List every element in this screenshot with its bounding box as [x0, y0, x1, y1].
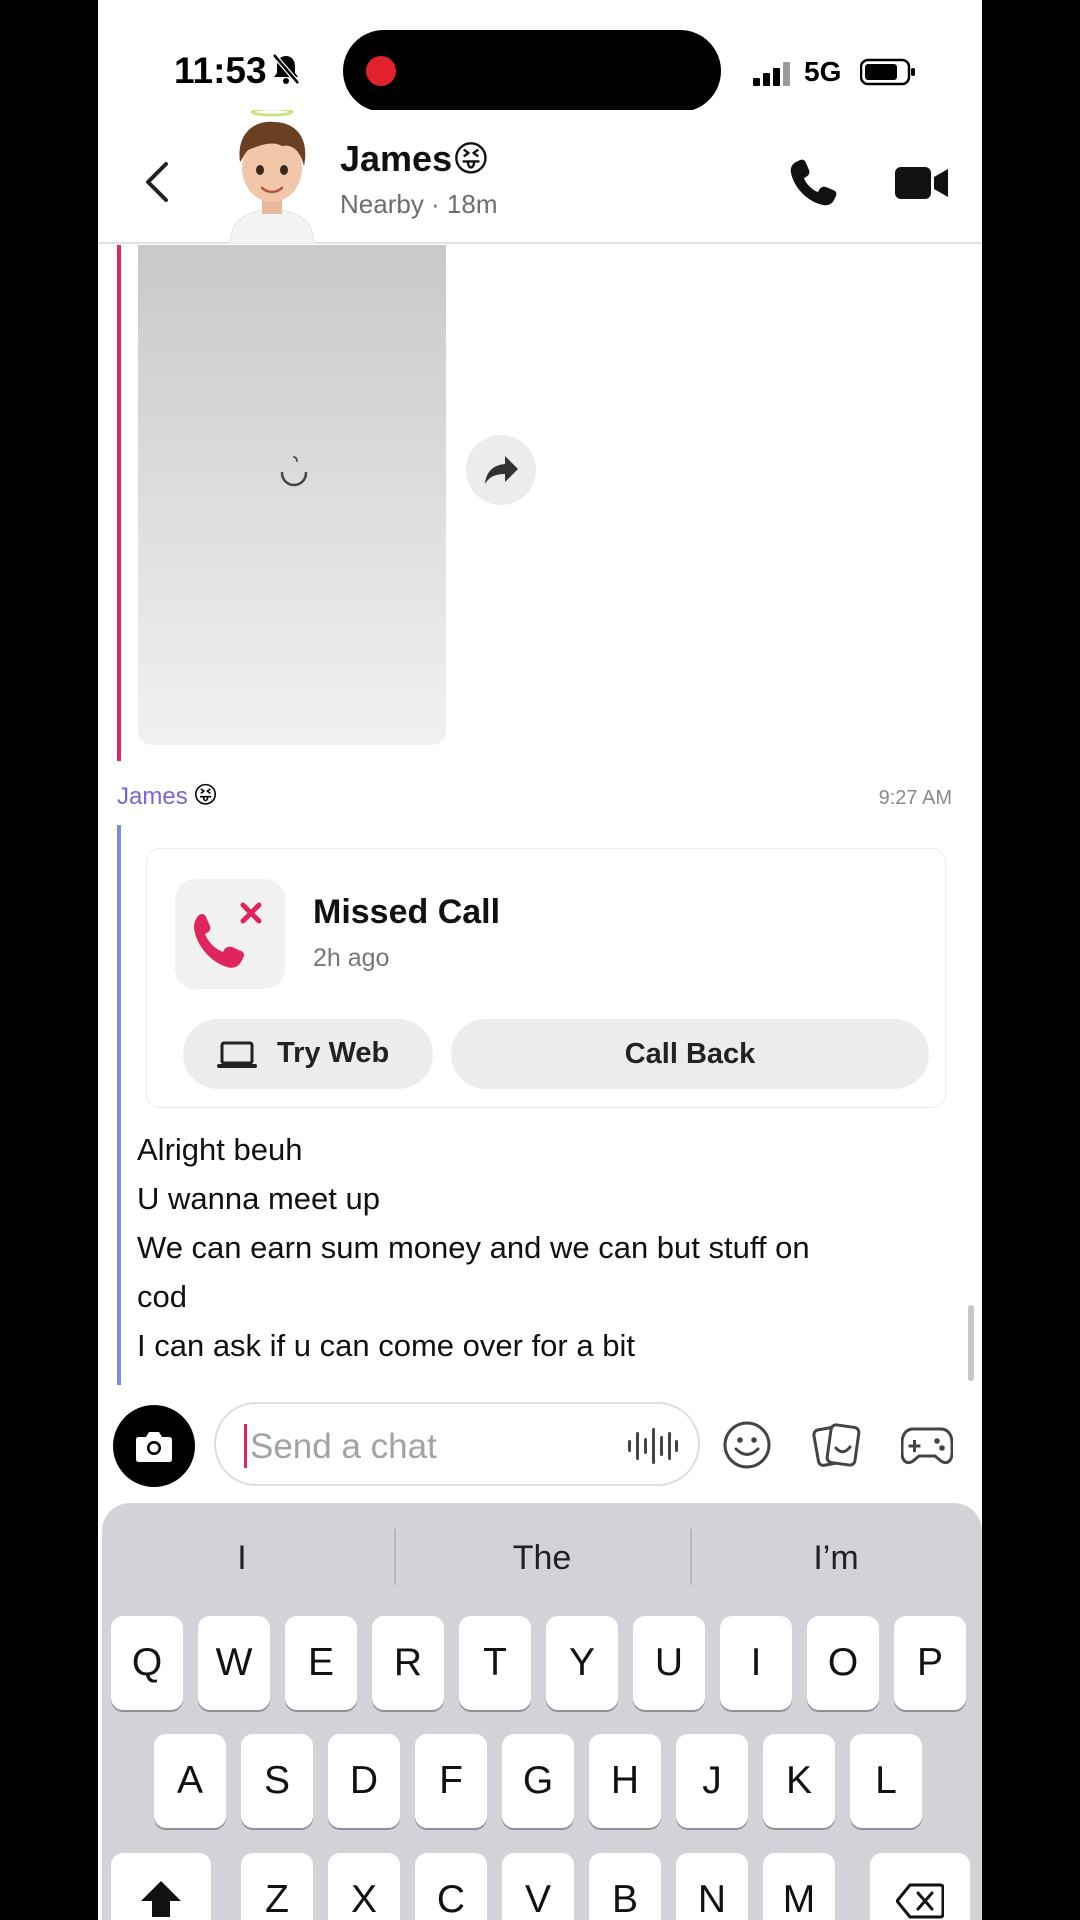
key-x[interactable]: X	[328, 1853, 400, 1920]
key-q[interactable]: Q	[111, 1616, 183, 1710]
camera-icon	[136, 1432, 172, 1462]
text-cursor	[244, 1424, 247, 1468]
key-t[interactable]: T	[459, 1616, 531, 1710]
dynamic-island	[343, 30, 721, 112]
suggestion-3[interactable]: I’m	[696, 1533, 976, 1583]
missed-call-icon-tile	[175, 879, 285, 989]
call-back-button[interactable]: Call Back	[451, 1019, 929, 1089]
key-b[interactable]: B	[589, 1853, 661, 1920]
key-o[interactable]: O	[807, 1616, 879, 1710]
delete-key[interactable]	[870, 1853, 970, 1920]
message-timestamp: 9:27 AM	[878, 787, 952, 809]
forward-button[interactable]	[466, 435, 536, 505]
key-d[interactable]: D	[328, 1734, 400, 1828]
suggestion-2[interactable]: The	[402, 1533, 682, 1583]
silent-bell-icon	[272, 53, 300, 85]
snap-thread-bar	[117, 245, 121, 761]
key-c[interactable]: C	[415, 1853, 487, 1920]
shift-arrow-icon	[141, 1881, 181, 1917]
key-f[interactable]: F	[415, 1734, 487, 1828]
chat-message[interactable]: We can earn sum money and we can but stu…	[137, 1223, 957, 1272]
phone-screen: 11:53 5G James😝 Nearby · 18m James 😝 9:2…	[98, 0, 982, 1920]
missed-call-card: Missed Call 2h ago Try Web Call Back	[146, 848, 946, 1108]
suggestion-1[interactable]: I	[102, 1533, 382, 1583]
key-w[interactable]: W	[198, 1616, 270, 1710]
key-l[interactable]: L	[850, 1734, 922, 1828]
back-chevron-icon[interactable]	[138, 160, 178, 204]
sender-name: James	[117, 783, 188, 810]
loading-spinner-icon	[280, 456, 308, 487]
key-i[interactable]: I	[720, 1616, 792, 1710]
key-p[interactable]: P	[894, 1616, 966, 1710]
suggestion-divider	[394, 1529, 396, 1585]
key-n[interactable]: N	[676, 1853, 748, 1920]
camera-button[interactable]	[113, 1405, 195, 1487]
key-m[interactable]: M	[763, 1853, 835, 1920]
chat-input-placeholder: Send a chat	[250, 1427, 437, 1466]
key-g[interactable]: G	[502, 1734, 574, 1828]
key-v[interactable]: V	[502, 1853, 574, 1920]
battery-icon	[860, 58, 915, 86]
key-k[interactable]: K	[763, 1734, 835, 1828]
emoji-smile-icon[interactable]	[722, 1420, 772, 1470]
chat-header: James😝 Nearby · 18m	[98, 110, 982, 244]
chat-message[interactable]: Alright beuh	[137, 1125, 957, 1174]
sender-emoji: 😝	[193, 782, 219, 809]
scroll-indicator[interactable]	[968, 1305, 974, 1381]
key-a[interactable]: A	[154, 1734, 226, 1828]
chat-thread[interactable]: James 😝 9:27 AM Missed Call 2h ago Try W…	[98, 245, 982, 1385]
status-bar: 11:53 5G	[98, 0, 982, 112]
chat-message[interactable]: I can ask if u can come over for a bit	[137, 1321, 957, 1370]
contact-emoji: 😝	[452, 138, 490, 179]
key-s[interactable]: S	[241, 1734, 313, 1828]
signal-icon	[753, 62, 790, 86]
try-web-label: Try Web	[277, 1037, 390, 1069]
shift-key[interactable]	[111, 1853, 211, 1920]
contact-name-text: James	[340, 138, 453, 179]
laptop-icon	[217, 1041, 257, 1068]
voice-waveform-icon[interactable]	[626, 1426, 678, 1466]
key-u[interactable]: U	[633, 1616, 705, 1710]
missed-call-time: 2h ago	[313, 944, 390, 972]
try-web-button[interactable]: Try Web	[183, 1019, 433, 1089]
key-e[interactable]: E	[285, 1616, 357, 1710]
key-h[interactable]: H	[589, 1734, 661, 1828]
key-z[interactable]: Z	[241, 1853, 313, 1920]
chat-input-bar: Send a chat	[98, 1385, 982, 1500]
status-time: 11:53	[174, 50, 267, 91]
message-thread-bar	[117, 825, 121, 1385]
chat-message[interactable]: U wanna meet up	[137, 1174, 957, 1223]
bitmoji-avatar[interactable]	[222, 110, 322, 244]
contact-name[interactable]: James😝	[340, 138, 490, 180]
video-call-icon[interactable]	[894, 166, 950, 200]
chat-message[interactable]: cod	[137, 1272, 957, 1321]
ios-keyboard: I The I’m Q W E R T Y U I O P A S D F G …	[102, 1503, 982, 1920]
snap-media-tile[interactable]	[138, 245, 446, 745]
key-r[interactable]: R	[372, 1616, 444, 1710]
chat-text-input[interactable]: Send a chat	[214, 1402, 700, 1486]
suggestion-divider	[690, 1529, 692, 1585]
missed-call-icon	[194, 902, 262, 968]
sticker-cards-icon[interactable]	[812, 1420, 862, 1470]
missed-call-title: Missed Call	[313, 893, 501, 931]
key-y[interactable]: Y	[546, 1616, 618, 1710]
message-list: Alright beuh U wanna meet up We can earn…	[137, 1125, 957, 1370]
key-j[interactable]: J	[676, 1734, 748, 1828]
game-controller-icon[interactable]	[901, 1423, 953, 1467]
contact-subtitle: Nearby · 18m	[340, 189, 498, 219]
recording-indicator	[366, 56, 396, 86]
backspace-icon	[895, 1883, 945, 1919]
network-type: 5G	[804, 56, 842, 87]
forward-arrow-icon	[485, 456, 518, 484]
phone-call-icon[interactable]	[788, 156, 840, 208]
